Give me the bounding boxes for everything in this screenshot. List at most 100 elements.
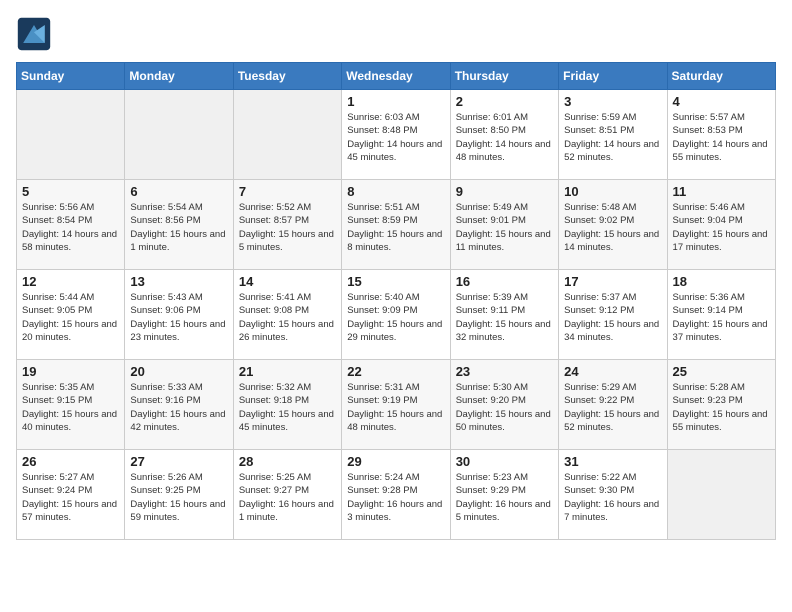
day-info: Sunrise: 5:57 AM Sunset: 8:53 PM Dayligh…: [673, 111, 770, 164]
day-info: Sunrise: 5:44 AM Sunset: 9:05 PM Dayligh…: [22, 291, 119, 344]
calendar-cell: 16 Sunrise: 5:39 AM Sunset: 9:11 PM Dayli…: [450, 270, 558, 360]
day-number: 31: [564, 454, 661, 469]
logo-icon: [16, 16, 52, 52]
calendar-cell: 10Sunrise: 5:48 AM Sunset: 9:02 PM Dayli…: [559, 180, 667, 270]
header-day: Tuesday: [233, 63, 341, 90]
day-info: Sunrise: 5:24 AM Sunset: 9:28 PM Dayligh…: [347, 471, 444, 524]
calendar-cell: 18 Sunrise: 5:36 AM Sunset: 9:14 PM Dayli…: [667, 270, 775, 360]
day-number: 28: [239, 454, 336, 469]
calendar-cell: 31 Sunrise: 5:22 AM Sunset: 9:30 PM Dayli…: [559, 450, 667, 540]
calendar-body: 1 Sunrise: 6:03 AM Sunset: 8:48 PM Daylig…: [17, 90, 776, 540]
header-row: SundayMondayTuesdayWednesdayThursdayFrid…: [17, 63, 776, 90]
day-number: 19: [22, 364, 119, 379]
calendar-cell: 8 Sunrise: 5:51 AM Sunset: 8:59 PM Daylig…: [342, 180, 450, 270]
calendar-cell: 27 Sunrise: 5:26 AM Sunset: 9:25 PM Dayli…: [125, 450, 233, 540]
day-info: Sunrise: 5:37 AM Sunset: 9:12 PM Dayligh…: [564, 291, 661, 344]
day-info: Sunrise: 5:51 AM Sunset: 8:59 PM Dayligh…: [347, 201, 444, 254]
calendar-cell: 17Sunrise: 5:37 AM Sunset: 9:12 PM Dayli…: [559, 270, 667, 360]
header-day: Wednesday: [342, 63, 450, 90]
day-number: 22: [347, 364, 444, 379]
day-number: 14: [239, 274, 336, 289]
calendar-cell: [125, 90, 233, 180]
day-info: Sunrise: 5:54 AM Sunset: 8:56 PM Dayligh…: [130, 201, 227, 254]
calendar-cell: 7Sunrise: 5:52 AM Sunset: 8:57 PM Daylig…: [233, 180, 341, 270]
day-number: 2: [456, 94, 553, 109]
day-number: 1: [347, 94, 444, 109]
day-info: Sunrise: 5:41 AM Sunset: 9:08 PM Dayligh…: [239, 291, 336, 344]
calendar-cell: 21Sunrise: 5:32 AM Sunset: 9:18 PM Dayli…: [233, 360, 341, 450]
day-info: Sunrise: 5:26 AM Sunset: 9:25 PM Dayligh…: [130, 471, 227, 524]
calendar-week: 12 Sunrise: 5:44 AM Sunset: 9:05 PM Dayli…: [17, 270, 776, 360]
day-info: Sunrise: 5:36 AM Sunset: 9:14 PM Dayligh…: [673, 291, 770, 344]
calendar-cell: 5 Sunrise: 5:56 AM Sunset: 8:54 PM Daylig…: [17, 180, 125, 270]
day-number: 15: [347, 274, 444, 289]
day-number: 12: [22, 274, 119, 289]
calendar-week: 19 Sunrise: 5:35 AM Sunset: 9:15 PM Dayli…: [17, 360, 776, 450]
calendar-cell: 14 Sunrise: 5:41 AM Sunset: 9:08 PM Dayli…: [233, 270, 341, 360]
calendar-cell: 13 Sunrise: 5:43 AM Sunset: 9:06 PM Dayli…: [125, 270, 233, 360]
day-info: Sunrise: 5:49 AM Sunset: 9:01 PM Dayligh…: [456, 201, 553, 254]
day-info: Sunrise: 5:46 AM Sunset: 9:04 PM Dayligh…: [673, 201, 770, 254]
day-info: Sunrise: 5:33 AM Sunset: 9:16 PM Dayligh…: [130, 381, 227, 434]
day-info: Sunrise: 5:43 AM Sunset: 9:06 PM Dayligh…: [130, 291, 227, 344]
calendar-cell: 23 Sunrise: 5:30 AM Sunset: 9:20 PM Dayli…: [450, 360, 558, 450]
calendar-week: 26 Sunrise: 5:27 AM Sunset: 9:24 PM Dayli…: [17, 450, 776, 540]
day-info: Sunrise: 5:30 AM Sunset: 9:20 PM Dayligh…: [456, 381, 553, 434]
day-number: 3: [564, 94, 661, 109]
day-number: 21: [239, 364, 336, 379]
day-info: Sunrise: 5:27 AM Sunset: 9:24 PM Dayligh…: [22, 471, 119, 524]
calendar-cell: [233, 90, 341, 180]
day-number: 26: [22, 454, 119, 469]
day-number: 13: [130, 274, 227, 289]
day-number: 25: [673, 364, 770, 379]
day-number: 9: [456, 184, 553, 199]
day-info: Sunrise: 5:56 AM Sunset: 8:54 PM Dayligh…: [22, 201, 119, 254]
header-day: Monday: [125, 63, 233, 90]
calendar-cell: 28 Sunrise: 5:25 AM Sunset: 9:27 PM Dayli…: [233, 450, 341, 540]
day-info: Sunrise: 6:01 AM Sunset: 8:50 PM Dayligh…: [456, 111, 553, 164]
day-info: Sunrise: 5:29 AM Sunset: 9:22 PM Dayligh…: [564, 381, 661, 434]
calendar-table: SundayMondayTuesdayWednesdayThursdayFrid…: [16, 62, 776, 540]
day-info: Sunrise: 5:35 AM Sunset: 9:15 PM Dayligh…: [22, 381, 119, 434]
calendar-cell: 3 Sunrise: 5:59 AM Sunset: 8:51 PM Daylig…: [559, 90, 667, 180]
day-number: 30: [456, 454, 553, 469]
calendar-cell: 25 Sunrise: 5:28 AM Sunset: 9:23 PM Dayli…: [667, 360, 775, 450]
calendar-cell: 30 Sunrise: 5:23 AM Sunset: 9:29 PM Dayli…: [450, 450, 558, 540]
day-info: Sunrise: 6:03 AM Sunset: 8:48 PM Dayligh…: [347, 111, 444, 164]
day-number: 4: [673, 94, 770, 109]
day-number: 7: [239, 184, 336, 199]
day-number: 18: [673, 274, 770, 289]
calendar-cell: 12 Sunrise: 5:44 AM Sunset: 9:05 PM Dayli…: [17, 270, 125, 360]
day-number: 27: [130, 454, 227, 469]
page-header: [16, 16, 776, 52]
header-day: Saturday: [667, 63, 775, 90]
calendar-cell: 11Sunrise: 5:46 AM Sunset: 9:04 PM Dayli…: [667, 180, 775, 270]
day-info: Sunrise: 5:25 AM Sunset: 9:27 PM Dayligh…: [239, 471, 336, 524]
day-number: 29: [347, 454, 444, 469]
day-info: Sunrise: 5:22 AM Sunset: 9:30 PM Dayligh…: [564, 471, 661, 524]
day-number: 6: [130, 184, 227, 199]
calendar-cell: 1 Sunrise: 6:03 AM Sunset: 8:48 PM Daylig…: [342, 90, 450, 180]
day-info: Sunrise: 5:59 AM Sunset: 8:51 PM Dayligh…: [564, 111, 661, 164]
calendar-week: 1 Sunrise: 6:03 AM Sunset: 8:48 PM Daylig…: [17, 90, 776, 180]
header-day: Thursday: [450, 63, 558, 90]
day-number: 8: [347, 184, 444, 199]
calendar-cell: [17, 90, 125, 180]
calendar-cell: 19 Sunrise: 5:35 AM Sunset: 9:15 PM Dayli…: [17, 360, 125, 450]
header-day: Sunday: [17, 63, 125, 90]
calendar-cell: 2 Sunrise: 6:01 AM Sunset: 8:50 PM Daylig…: [450, 90, 558, 180]
calendar-cell: [667, 450, 775, 540]
calendar-cell: 6 Sunrise: 5:54 AM Sunset: 8:56 PM Daylig…: [125, 180, 233, 270]
day-info: Sunrise: 5:28 AM Sunset: 9:23 PM Dayligh…: [673, 381, 770, 434]
day-number: 16: [456, 274, 553, 289]
day-number: 23: [456, 364, 553, 379]
day-number: 5: [22, 184, 119, 199]
calendar-cell: 29 Sunrise: 5:24 AM Sunset: 9:28 PM Dayli…: [342, 450, 450, 540]
calendar-header: SundayMondayTuesdayWednesdayThursdayFrid…: [17, 63, 776, 90]
calendar-cell: 20Sunrise: 5:33 AM Sunset: 9:16 PM Dayli…: [125, 360, 233, 450]
calendar-cell: 9 Sunrise: 5:49 AM Sunset: 9:01 PM Daylig…: [450, 180, 558, 270]
day-number: 24: [564, 364, 661, 379]
calendar-cell: 24 Sunrise: 5:29 AM Sunset: 9:22 PM Dayli…: [559, 360, 667, 450]
day-info: Sunrise: 5:39 AM Sunset: 9:11 PM Dayligh…: [456, 291, 553, 344]
day-info: Sunrise: 5:23 AM Sunset: 9:29 PM Dayligh…: [456, 471, 553, 524]
